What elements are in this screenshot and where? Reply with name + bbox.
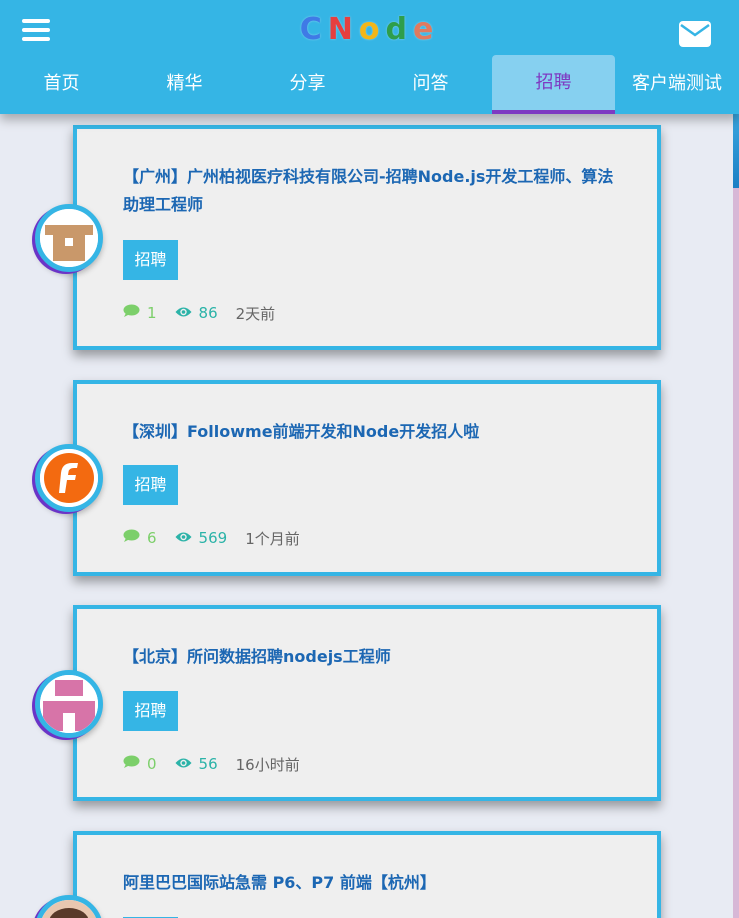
topic-card[interactable]: 【深圳】Followme前端开发和Node开发招人啦 招聘 6 569 1个月前 <box>73 380 661 576</box>
author-avatar[interactable] <box>35 444 103 512</box>
topic-card[interactable]: 阿里巴巴国际站急需 P6、P7 前端【杭州】 招聘 <box>73 831 661 918</box>
topic-title[interactable]: 【北京】所问数据招聘nodejs工程师 <box>123 643 623 671</box>
scrollbar-track[interactable] <box>733 114 739 918</box>
comment-icon <box>123 304 140 322</box>
topic-card[interactable]: 【广州】广州柏视医疗科技有限公司-招聘Node.js开发工程师、算法助理工程师 … <box>73 125 661 350</box>
tab-client-test[interactable]: 客户端测试 <box>615 55 739 114</box>
tab-good[interactable]: 精华 <box>123 55 246 114</box>
topic-meta: 6 569 1个月前 <box>123 528 300 548</box>
tab-share[interactable]: 分享 <box>246 55 369 114</box>
logo-letter-e: e <box>412 12 440 47</box>
view-count: 569 <box>198 529 228 547</box>
view-count: 56 <box>198 755 218 773</box>
comment-icon <box>123 529 140 547</box>
eye-icon <box>175 529 192 547</box>
topic-card[interactable]: 【北京】所问数据招聘nodejs工程师 招聘 0 56 16小时前 <box>73 605 661 801</box>
topic-time: 2天前 <box>235 304 276 323</box>
cnode-logo[interactable]: CNode <box>0 12 739 47</box>
eye-icon <box>175 755 192 773</box>
reply-count: 6 <box>147 529 157 547</box>
topic-tag[interactable]: 招聘 <box>123 465 178 505</box>
topic-title[interactable]: 【广州】广州柏视医疗科技有限公司-招聘Node.js开发工程师、算法助理工程师 <box>123 163 623 219</box>
logo-letter-d: d <box>385 12 413 47</box>
tab-job[interactable]: 招聘 <box>492 55 615 114</box>
logo-letter-o: o <box>358 12 386 47</box>
reply-count: 1 <box>147 304 157 322</box>
author-avatar[interactable] <box>35 204 103 272</box>
category-tabs: 首页 精华 分享 问答 招聘 客户端测试 <box>0 55 739 114</box>
scrollbar-thumb[interactable] <box>733 114 739 188</box>
comment-icon <box>123 755 140 773</box>
view-count: 86 <box>198 304 218 322</box>
logo-letter-c: C <box>299 12 328 47</box>
topic-meta: 1 86 2天前 <box>123 303 275 323</box>
topic-title[interactable]: 【深圳】Followme前端开发和Node开发招人啦 <box>123 418 623 446</box>
topic-time: 1个月前 <box>245 529 300 548</box>
tab-home[interactable]: 首页 <box>0 55 123 114</box>
logo-letter-n: N <box>327 12 359 47</box>
topic-tag[interactable]: 招聘 <box>123 240 178 280</box>
reply-count: 0 <box>147 755 157 773</box>
topic-time: 16小时前 <box>235 755 300 774</box>
eye-icon <box>175 304 192 322</box>
envelope-icon[interactable] <box>679 21 711 47</box>
topic-meta: 0 56 16小时前 <box>123 754 300 774</box>
topic-title[interactable]: 阿里巴巴国际站急需 P6、P7 前端【杭州】 <box>123 869 623 897</box>
author-avatar[interactable] <box>35 670 103 738</box>
topic-tag[interactable]: 招聘 <box>123 691 178 731</box>
tab-ask[interactable]: 问答 <box>369 55 492 114</box>
app-header: CNode 首页 精华 分享 问答 招聘 客户端测试 <box>0 0 739 114</box>
